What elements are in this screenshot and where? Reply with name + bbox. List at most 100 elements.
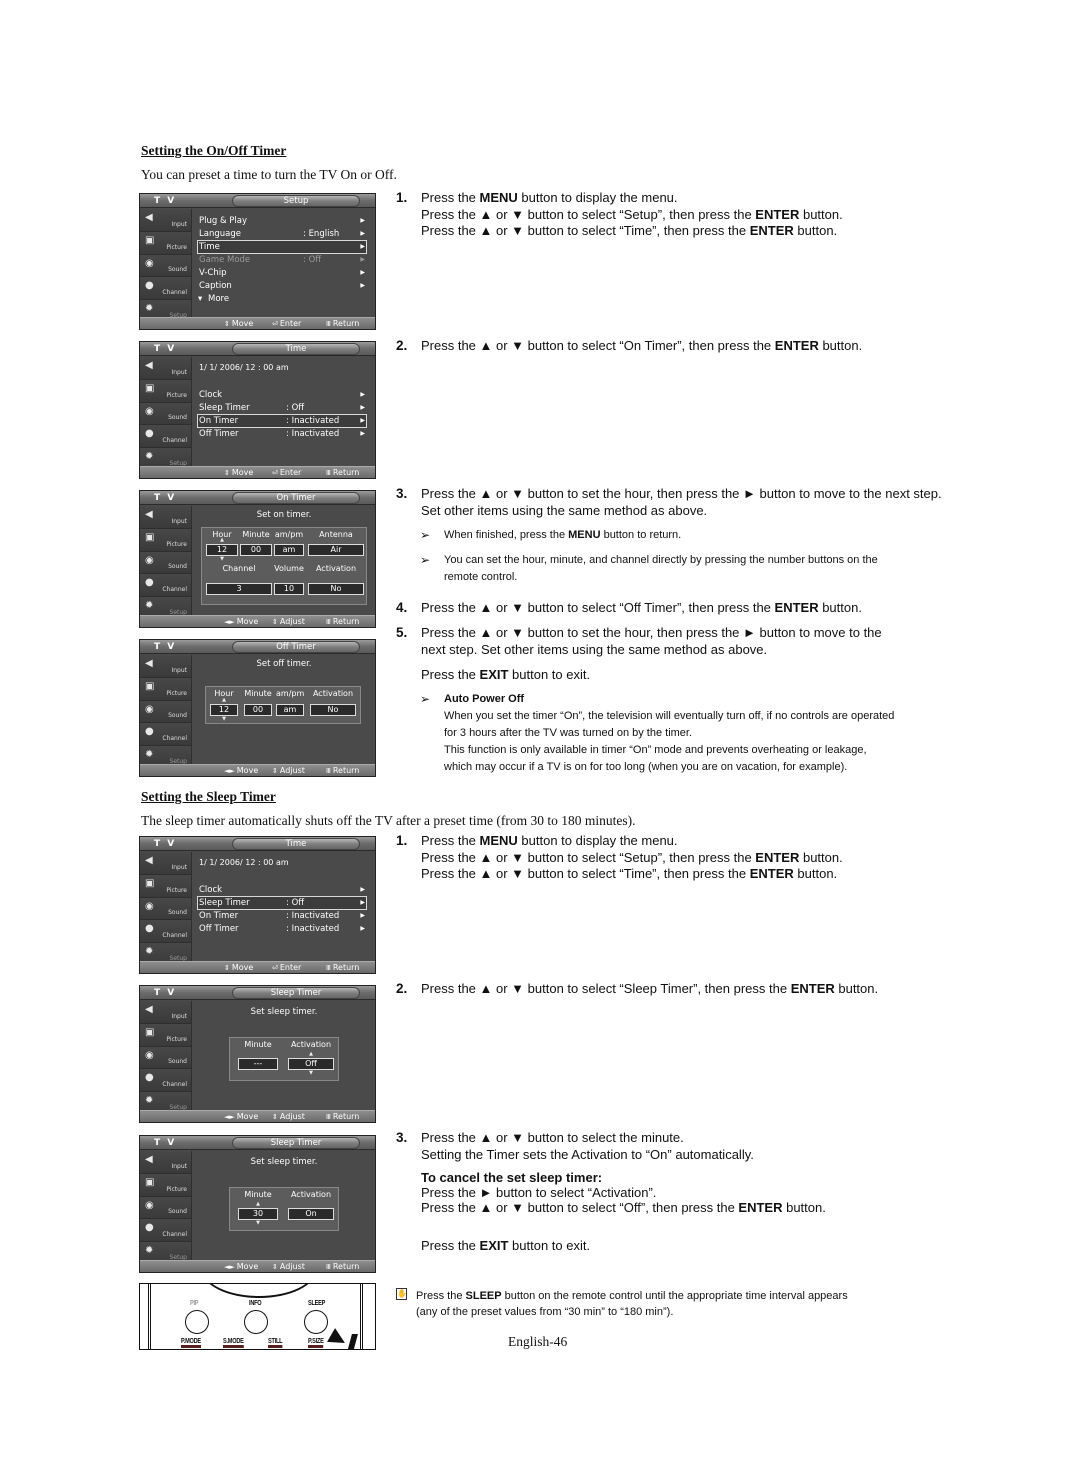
osd-footer-return: Ⅲ Return [326, 1111, 359, 1122]
osd-menu-row[interactable]: Sleep Timer: Off ▶ [198, 402, 366, 414]
osd-sidebar-item-input[interactable]: ◀ Input [140, 357, 191, 380]
osd-menu-row[interactable]: Plug & Play ▶ [198, 215, 366, 227]
osd-sidebar-item-picture[interactable]: ▣ Picture [140, 231, 191, 255]
osd-sidebar-item-channel[interactable]: ● Channel [140, 920, 191, 944]
osd-menu-row[interactable]: Language: English ▶ [198, 228, 366, 240]
osd-menu-row[interactable]: Clock ▶ [198, 389, 366, 401]
osd-sidebar-item-input[interactable]: ◀ Input [140, 1151, 191, 1174]
sleep-timer-field-minute[interactable]: --- [238, 1058, 278, 1070]
off-timer-field-minute[interactable]: 00 [244, 704, 272, 716]
osd-sidebar-item-input[interactable]: ◀ Input [140, 655, 191, 678]
step-number: 3. [396, 486, 408, 501]
sleep-button-note: ✋ Press the SLEEP button on the remote c… [396, 1288, 848, 1320]
off-timer-field-hour[interactable]: 12 [210, 704, 238, 716]
osd-sidebar-item-sound[interactable]: ◉ Sound [140, 1196, 191, 1220]
osd-menu-row[interactable]: Caption ▶ [198, 280, 366, 292]
step-line: Set other items using the same method as… [421, 502, 708, 518]
chevron-right-icon: ▶ [360, 886, 365, 893]
osd-sidebar-label: Input [171, 1162, 187, 1170]
on-timer-field-ampm[interactable]: am [274, 544, 304, 556]
osd-sidebar-item-picture[interactable]: ▣ Picture [140, 1023, 191, 1047]
osd-sidebar-item-sound[interactable]: ◉ Sound [140, 897, 191, 921]
page-number: English-46 [508, 1334, 568, 1349]
remote-info-button[interactable] [244, 1310, 268, 1334]
osd-sidebar-item-input[interactable]: ◀ Input [140, 1001, 191, 1024]
channel-icon: ● [145, 1222, 154, 1234]
more-down-icon: ▾ [198, 294, 203, 304]
osd-sidebar-item-channel[interactable]: ● Channel [140, 1069, 191, 1093]
channel-icon: ● [145, 1072, 154, 1084]
osd-sidebar-item-sound[interactable]: ◉ Sound [140, 700, 191, 724]
osd-sidebar-label: Input [171, 666, 187, 674]
osd-footer-enter-label: Enter [279, 468, 302, 477]
input-icon: ◀ [145, 360, 153, 371]
step-line: Press the ▲ or ▼ button to select “Sleep… [421, 981, 879, 996]
osd-menu-row[interactable]: Off Timer: Inactivated ▶ [198, 923, 366, 935]
osd-footer-enter-label: Enter [279, 963, 302, 972]
osd-field-header: am/pm [276, 689, 305, 698]
osd-sidebar-item-channel[interactable]: ● Channel [140, 574, 191, 598]
osd-sidebar-item-picture[interactable]: ▣ Picture [140, 677, 191, 701]
osd-sidebar-item-picture[interactable]: ▣ Picture [140, 874, 191, 898]
osd-topbar: T V On Timer [140, 491, 375, 505]
osd-sidebar-item-sound[interactable]: ◉ Sound [140, 254, 191, 278]
osd-sidebar-item-picture[interactable]: ▣ Picture [140, 379, 191, 403]
osd-footer-return-label: Return [332, 963, 360, 972]
spin-down-icon: ▼ [222, 716, 226, 722]
osd-sidebar-item-channel[interactable]: ● Channel [140, 425, 191, 449]
osd-sidebar-item-input[interactable]: ◀ Input [140, 506, 191, 529]
off-timer-field-ampm[interactable]: am [276, 704, 304, 716]
move-icon: ⇕ [224, 320, 230, 328]
remote-sleep-button[interactable] [304, 1310, 328, 1334]
remote-pip-button[interactable] [185, 1310, 209, 1334]
channel-icon: ● [145, 280, 154, 292]
osd-sidebar-item-picture[interactable]: ▣ Picture [140, 528, 191, 552]
chevron-right-icon: ▶ [360, 417, 365, 424]
osd-sidebar-item-sound[interactable]: ◉ Sound [140, 402, 191, 426]
on-timer-field-hour[interactable]: 12 [206, 544, 238, 556]
osd-sidebar-label: Input [171, 368, 187, 376]
sleep-timer-field-activation[interactable]: Off [288, 1058, 334, 1070]
osd-sidebar-label: Channel [162, 735, 187, 743]
on-timer-panel: Hour Minute am/pm Antenna 12 ▲ ▼ 00 am Air Channel… [201, 527, 367, 605]
osd-menu-row[interactable]: Off Timer: Inactivated ▶ [198, 428, 366, 440]
osd-sidebar-item-input[interactable]: ◀ Input [140, 209, 191, 232]
osd-menu-row[interactable]: Sleep Timer: Off ▶ [197, 896, 367, 910]
osd-menu-title: Off Timer [232, 641, 360, 653]
osd-menu-row[interactable]: Game Mode: Off ▶ [198, 254, 366, 266]
section-title-onoff: Setting the On/Off Timer [141, 143, 287, 158]
on-timer-field-activation[interactable]: No [308, 583, 364, 595]
sleep-timer-field-minute[interactable]: 30 [238, 1208, 278, 1220]
osd-sidebar-item-channel[interactable]: ● Channel [140, 277, 191, 301]
osd-menu-row[interactable]: On Timer: Inactivated ▶ [198, 910, 366, 922]
setup-icon: ✹ [145, 303, 154, 315]
osd-menu-row[interactable]: More ▾ [198, 293, 366, 305]
osd-menu-row[interactable]: Time ▶ [197, 240, 367, 254]
osd-field-header: Activation [315, 564, 357, 573]
osd-sidebar-item-channel[interactable]: ● Channel [140, 1219, 191, 1243]
chevron-right-icon: ▶ [360, 912, 365, 919]
on-timer-field-minute[interactable]: 00 [240, 544, 272, 556]
remote-control-illustration: PIP INFO SLEEP P.MODE S.MODE STILL P.SIZ… [139, 1283, 376, 1350]
off-timer-field-activation[interactable]: No [310, 704, 356, 716]
osd-menu-row[interactable]: V-Chip ▶ [198, 267, 366, 279]
osd-sidebar-item-sound[interactable]: ◉ Sound [140, 551, 191, 575]
spin-up-icon: ▲ [309, 1051, 313, 1057]
osd-sidebar-item-input[interactable]: ◀ Input [140, 852, 191, 875]
osd-menu-row[interactable]: On Timer: Inactivated ▶ [197, 414, 367, 428]
sleep-timer-panel: Minute Activation --- Off ▲ ▼ [229, 1037, 339, 1081]
on-timer-field-channel[interactable]: 3 [206, 583, 272, 595]
osd-sidebar-item-sound[interactable]: ◉ Sound [140, 1046, 191, 1070]
osd-sidebar-item-picture[interactable]: ▣ Picture [140, 1173, 191, 1197]
osd-time-screen: T V Time ◀ Input ▣ Picture ◉ Sound ● Channel ✹ Setu… [139, 341, 376, 479]
step-line: Press the ▲ or ▼ button to select “On Ti… [421, 338, 863, 353]
on-timer-field-antenna[interactable]: Air [308, 544, 364, 556]
osd-footer-move-label: Move [236, 766, 259, 775]
sleep-timer-field-activation[interactable]: On [288, 1208, 334, 1220]
on-timer-field-volume[interactable]: 10 [274, 583, 304, 595]
step-line: Press the ▲ or ▼ button to set the hour,… [421, 625, 882, 640]
osd-menu-row[interactable]: Clock ▶ [198, 884, 366, 896]
adjust-icon: ⇕ [272, 1263, 278, 1271]
osd-sidebar-item-channel[interactable]: ● Channel [140, 723, 191, 747]
osd-footer-adjust: ⇕ Adjust [272, 765, 305, 776]
